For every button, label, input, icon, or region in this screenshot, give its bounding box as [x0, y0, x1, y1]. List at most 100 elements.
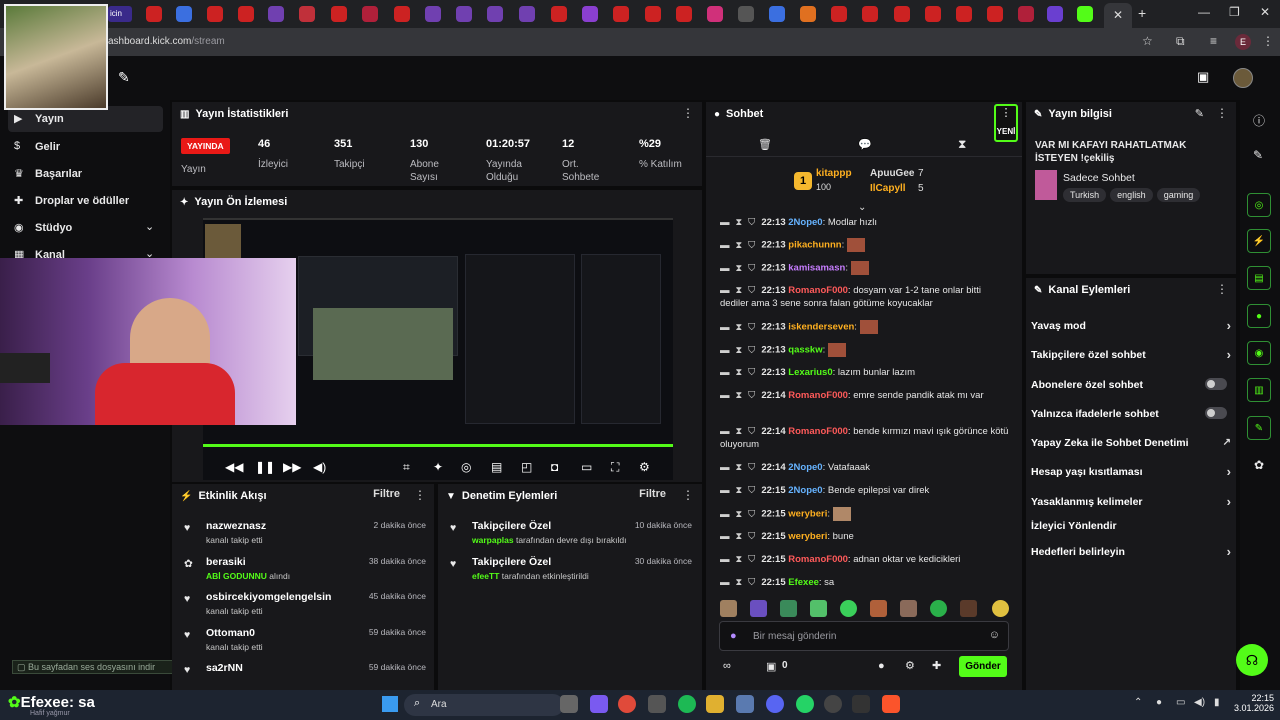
- timeout-icon[interactable]: ⧗: [736, 322, 743, 333]
- crop-icon[interactable]: ⌗: [403, 460, 410, 475]
- new-tab-icon[interactable]: +: [1138, 5, 1146, 21]
- toggle-switch[interactable]: [1205, 407, 1227, 419]
- message-user[interactable]: 2Nope0: [788, 485, 822, 496]
- terminal-icon[interactable]: [852, 695, 870, 713]
- tab-youtube[interactable]: [146, 6, 162, 22]
- leader-name[interactable]: kitappp: [816, 168, 852, 179]
- tab-youtube[interactable]: [645, 6, 661, 22]
- message-user[interactable]: Efexee: [788, 577, 819, 588]
- chrome-icon[interactable]: [618, 695, 636, 713]
- clock[interactable]: 22:15 3.01.2026: [1234, 693, 1274, 713]
- moderator-user[interactable]: warpaplas: [472, 535, 514, 545]
- tab-site[interactable]: [707, 6, 723, 22]
- timeout-icon[interactable]: ⧗: [736, 485, 743, 496]
- fullscreen-icon[interactable]: ⛶: [611, 460, 619, 475]
- delete-icon[interactable]: ▬: [720, 263, 730, 274]
- infinity-icon[interactable]: ∞: [723, 660, 731, 672]
- tab-twitch[interactable]: [268, 6, 284, 22]
- hourglass-icon[interactable]: ⧗: [958, 137, 966, 152]
- tab-youtube[interactable]: [862, 6, 878, 22]
- network-icon[interactable]: ▭: [1176, 697, 1185, 708]
- taskview-icon[interactable]: [560, 695, 578, 713]
- message-user[interactable]: Lexarius0: [788, 367, 832, 378]
- timeout-icon[interactable]: ⧗: [736, 263, 743, 274]
- people-icon[interactable]: ✿: [1254, 458, 1264, 472]
- action-raid[interactable]: İzleyici Yönlendir: [1031, 520, 1231, 532]
- battery-icon[interactable]: ▮: [1214, 697, 1220, 708]
- toggle-switch[interactable]: [1205, 378, 1227, 390]
- sparkle-icon[interactable]: ✦: [433, 460, 443, 474]
- sidebar-item-droplar[interactable]: ✚ Droplar ve ödüller: [8, 192, 163, 212]
- emote-icon[interactable]: [930, 600, 947, 617]
- leader-name[interactable]: ApuuGee: [870, 168, 914, 179]
- message-user[interactable]: RomanoF000: [788, 426, 848, 437]
- tab-site[interactable]: [769, 6, 785, 22]
- emote-icon[interactable]: [780, 600, 797, 617]
- tab-youtube[interactable]: [894, 6, 910, 22]
- pause-icon[interactable]: ❚❚: [255, 460, 275, 474]
- filter-button[interactable]: Filtre: [639, 488, 666, 500]
- message-user[interactable]: 2Nope0: [788, 462, 822, 473]
- delete-icon[interactable]: ▬: [720, 462, 730, 473]
- cinema-icon[interactable]: ▭: [581, 460, 592, 474]
- extensions-icon[interactable]: ⧉: [1176, 34, 1185, 49]
- tab-site[interactable]: [1047, 6, 1063, 22]
- message-user[interactable]: RomanoF000: [788, 285, 848, 296]
- delete-icon[interactable]: ▬: [720, 285, 730, 296]
- broadcast-icon[interactable]: ◉: [1247, 341, 1271, 365]
- edit-icon[interactable]: ✎: [1253, 148, 1263, 162]
- kebab-menu-icon[interactable]: ⋮: [414, 488, 426, 502]
- windows-start-icon[interactable]: [382, 696, 398, 712]
- action-slow-mode[interactable]: Yavaş mod ›: [1031, 318, 1231, 333]
- message-user[interactable]: iskenderseven: [788, 322, 854, 333]
- kebab-menu-icon[interactable]: ⋮: [1216, 282, 1228, 296]
- tab-partial[interactable]: icin: [108, 6, 132, 22]
- chat-icon[interactable]: ●: [1247, 304, 1271, 328]
- brave-icon[interactable]: [882, 695, 900, 713]
- delete-icon[interactable]: ▬: [720, 509, 730, 520]
- tab-youtube[interactable]: [613, 6, 629, 22]
- chat-input[interactable]: ● Bir mesaj gönderin ☺: [719, 621, 1009, 651]
- tab-drive[interactable]: [176, 6, 192, 22]
- user-avatar[interactable]: [1233, 68, 1253, 88]
- kebab-menu-icon[interactable]: ⋮: [1216, 106, 1228, 120]
- copilot-icon[interactable]: [590, 695, 608, 713]
- delete-icon[interactable]: ▬: [720, 367, 730, 378]
- new-chat-toggle[interactable]: ⋮ YENİ: [994, 104, 1018, 142]
- wrench-icon[interactable]: ✎: [1247, 416, 1271, 440]
- kebab-menu-icon[interactable]: ⋮: [682, 488, 694, 502]
- delete-icon[interactable]: ▬: [720, 554, 730, 565]
- message-user[interactable]: weryberi: [788, 531, 827, 542]
- delete-icon[interactable]: ▬: [720, 426, 730, 437]
- tab-twitch[interactable]: [425, 6, 441, 22]
- timeout-icon[interactable]: ⧗: [736, 554, 743, 565]
- discord-icon[interactable]: [766, 695, 784, 713]
- delete-icon[interactable]: ▬: [720, 240, 730, 251]
- sidebar-item-basarilar[interactable]: ♛ Başarılar: [8, 165, 163, 185]
- tag[interactable]: Turkish: [1063, 188, 1107, 202]
- whatsapp-icon[interactable]: [796, 695, 814, 713]
- info-icon[interactable]: ⓘ: [1253, 112, 1265, 129]
- bolt-icon[interactable]: ⚡: [1247, 229, 1271, 253]
- tab-youtube[interactable]: [551, 6, 567, 22]
- tab-site[interactable]: [738, 6, 754, 22]
- layout-icon[interactable]: ▥: [1247, 378, 1271, 402]
- tab-youtube[interactable]: [394, 6, 410, 22]
- delete-icon[interactable]: ▬: [720, 390, 730, 401]
- settings-gear-icon[interactable]: ⚙: [905, 659, 915, 672]
- download-notice[interactable]: ▢ Bu sayfadan ses dosyasını indir: [12, 660, 180, 674]
- moderator-user[interactable]: efeeTT: [472, 571, 499, 581]
- tools-icon[interactable]: ✎: [118, 69, 130, 86]
- spotify-icon[interactable]: [678, 695, 696, 713]
- maximize-icon[interactable]: ❐: [1229, 5, 1240, 19]
- action-goals[interactable]: Hedefleri belirleyin ›: [1031, 544, 1231, 559]
- tag[interactable]: gaming: [1156, 188, 1201, 202]
- tab-youtube[interactable]: [925, 6, 941, 22]
- mic-icon[interactable]: ●: [1156, 697, 1162, 708]
- document-icon[interactable]: ▤: [1247, 266, 1271, 290]
- tag[interactable]: english: [1110, 188, 1153, 202]
- profile-avatar[interactable]: E: [1235, 34, 1251, 50]
- volume-icon[interactable]: ◀): [1194, 697, 1205, 708]
- timeout-icon[interactable]: ⧗: [736, 345, 743, 356]
- trash-icon[interactable]: 🗑: [758, 138, 772, 151]
